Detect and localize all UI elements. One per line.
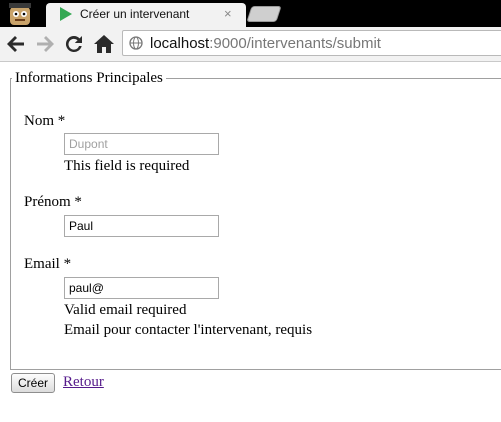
email-input[interactable]	[64, 277, 219, 299]
play-icon	[60, 7, 72, 21]
nom-label: Nom *	[24, 113, 66, 129]
fieldset-legend: Informations Principales	[12, 70, 166, 87]
nom-error: This field is required	[64, 158, 190, 174]
globe-icon	[129, 36, 143, 50]
forward-arrow-icon[interactable]	[33, 32, 57, 56]
email-label: Email *	[24, 256, 72, 272]
browser-toolbar: localhost:9000/intervenants/submit	[0, 27, 501, 62]
nom-input[interactable]	[64, 133, 219, 155]
new-tab-button[interactable]	[246, 6, 282, 22]
tab-title: Créer un intervenant	[80, 7, 190, 21]
close-icon[interactable]: ×	[224, 6, 232, 22]
app-mascot-icon	[9, 3, 31, 25]
reload-icon[interactable]	[62, 32, 86, 56]
create-button[interactable]: Créer	[11, 373, 56, 393]
email-help: Email pour contacter l'intervenant, requ…	[64, 322, 313, 338]
back-link[interactable]: Retour	[63, 374, 104, 391]
prenom-input[interactable]	[64, 215, 219, 237]
page-content: Informations Principales Nom * This fiel…	[0, 62, 501, 422]
back-arrow-icon[interactable]	[4, 32, 28, 56]
prenom-label: Prénom *	[24, 194, 82, 210]
url-text: localhost:9000/intervenants/submit	[150, 35, 381, 52]
url-path: :9000/intervenants/submit	[209, 35, 381, 52]
url-host: localhost	[150, 35, 210, 52]
home-icon[interactable]	[92, 32, 116, 56]
browser-titlebar: Créer un intervenant ×	[0, 0, 501, 27]
browser-tab[interactable]: Créer un intervenant ×	[46, 3, 246, 27]
email-error: Valid email required	[64, 302, 187, 318]
address-bar[interactable]: localhost:9000/intervenants/submit	[122, 30, 501, 56]
